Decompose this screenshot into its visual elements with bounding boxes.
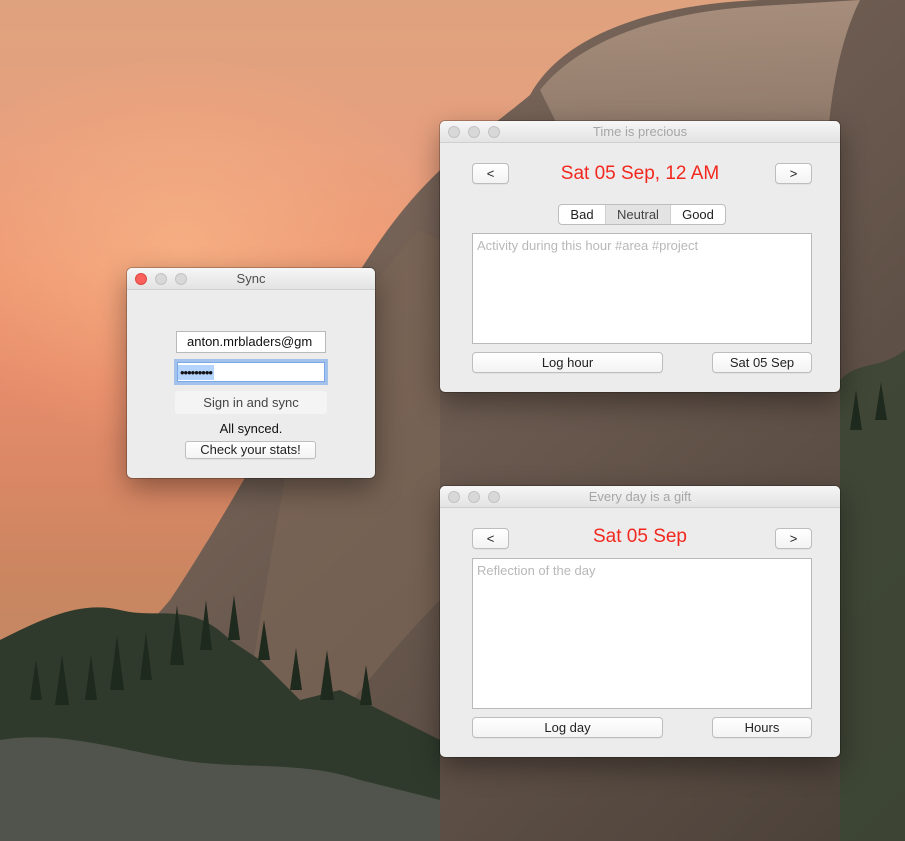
next-day-button[interactable]: > [775,528,812,549]
password-field[interactable]: ••••••••• [177,362,325,382]
day-heading: Sat 05 Sep [592,526,688,547]
hour-heading: Sat 05 Sep, 12 AM [560,163,720,184]
activity-textarea[interactable]: Activity during this hour #area #project [472,233,812,344]
previous-day-button[interactable]: < [472,528,509,549]
email-field[interactable]: anton.mrbladers@gm [176,331,326,353]
reflection-textarea[interactable]: Reflection of the day [472,558,812,709]
hour-log-window: Time is precious < Sat 05 Sep, 12 AM > B… [440,121,840,392]
log-day-button[interactable]: Log day [472,717,663,738]
window-title: Time is precious [592,124,688,139]
activity-placeholder: Activity during this hour #area #project [477,238,699,253]
mood-segmented-control: Bad Neutral Good [558,204,726,225]
hours-button[interactable]: Hours [712,717,812,738]
sign-in-button[interactable]: Sign in and sync [175,391,327,414]
next-hour-button[interactable]: > [775,163,812,184]
sync-status-text: All synced. [219,421,283,436]
reflection-placeholder: Reflection of the day [477,563,596,578]
log-hour-button[interactable]: Log hour [472,352,663,373]
hour-window-titlebar[interactable]: Time is precious [440,121,840,143]
check-stats-button[interactable]: Check your stats! [185,441,316,459]
day-date-button[interactable]: Sat 05 Sep [712,352,812,373]
sync-window: Sync anton.mrbladers@gm ••••••••• Sign i… [127,268,375,478]
sync-window-titlebar[interactable]: Sync [127,268,375,290]
password-value: ••••••••• [178,365,214,380]
window-title: Sync [236,271,266,286]
window-title: Every day is a gift [588,489,692,504]
mood-neutral-segment[interactable]: Neutral [605,205,670,224]
mood-good-segment[interactable]: Good [670,205,725,224]
previous-hour-button[interactable]: < [472,163,509,184]
mood-bad-segment[interactable]: Bad [559,205,605,224]
day-window-titlebar[interactable]: Every day is a gift [440,486,840,508]
day-log-window: Every day is a gift < Sat 05 Sep > Refle… [440,486,840,757]
